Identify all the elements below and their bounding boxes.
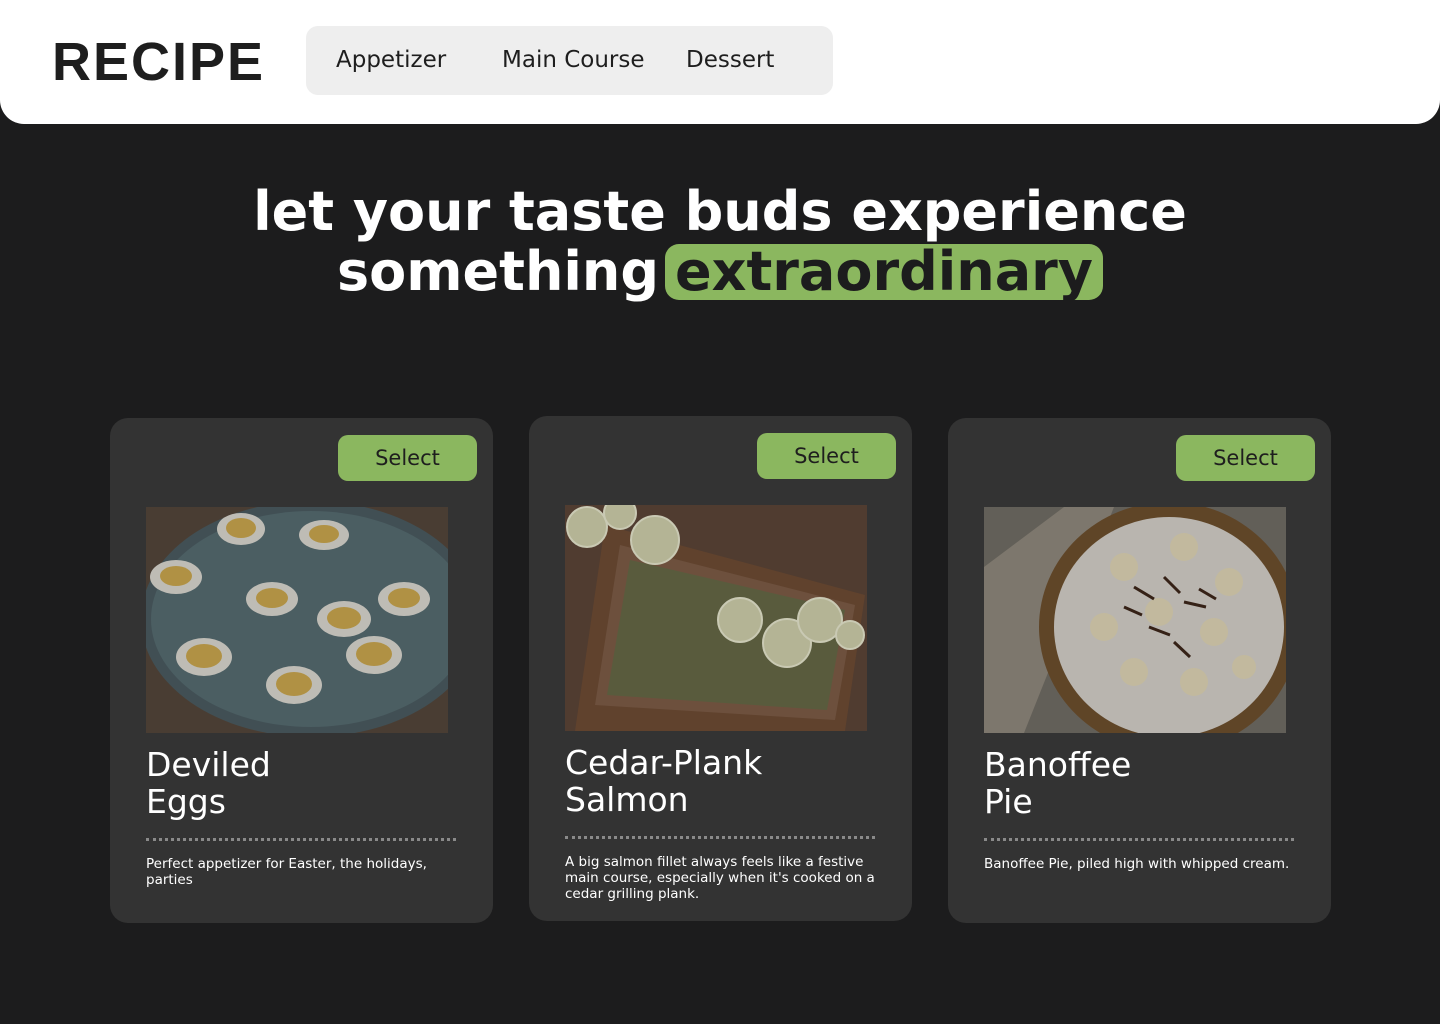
- recipe-title-line-1: Deviled: [146, 745, 271, 784]
- recipe-card-banoffee-pie: Select Banoffee Pie Banoffee Pie, piled: [948, 418, 1331, 923]
- select-button[interactable]: Select: [757, 433, 896, 479]
- top-header: RECIPE Appetizer Main Course Dessert: [0, 0, 1440, 124]
- recipe-card-cedar-plank-salmon: Select Cedar-Plank Salmon A big salmon f…: [529, 416, 912, 921]
- select-button[interactable]: Select: [338, 435, 477, 481]
- nav-item-dessert[interactable]: Dessert: [686, 26, 774, 95]
- banoffee-pie-photo: [984, 507, 1286, 733]
- recipe-title-line-1: Banoffee: [984, 745, 1132, 784]
- cedar-plank-salmon-photo: [565, 505, 867, 731]
- recipe-title-line-1: Cedar-Plank: [565, 743, 763, 782]
- recipe-title-line-2: Eggs: [146, 782, 226, 821]
- recipe-title-line-2: Salmon: [565, 780, 689, 819]
- nav-item-main-course[interactable]: Main Course: [502, 26, 645, 95]
- dotted-divider: [146, 838, 456, 841]
- recipe-title: Deviled Eggs: [146, 746, 466, 820]
- dotted-divider: [984, 838, 1294, 841]
- recipe-description: Perfect appetizer for Easter, the holida…: [146, 856, 427, 888]
- deviled-eggs-photo: [146, 507, 448, 733]
- recipe-title: Banoffee Pie: [984, 746, 1304, 820]
- recipe-description: A big salmon fillet always feels like a …: [565, 854, 875, 902]
- hero-highlight: extraordinary: [665, 244, 1103, 300]
- category-nav: Appetizer Main Course Dessert: [306, 26, 833, 95]
- recipe-title-line-2: Pie: [984, 782, 1033, 821]
- hero-line-2: something extraordinary: [0, 242, 1440, 302]
- select-button[interactable]: Select: [1176, 435, 1315, 481]
- hero-headline: let your taste buds experience something…: [0, 182, 1440, 302]
- hero-line-2-prefix: something: [337, 240, 660, 303]
- dotted-divider: [565, 836, 875, 839]
- recipe-card-deviled-eggs: Select Deviled Eggs Perfect appetizer fo…: [110, 418, 493, 923]
- logo[interactable]: RECIPE: [52, 34, 265, 90]
- recipe-description: Banoffee Pie, piled high with whipped cr…: [984, 856, 1290, 872]
- nav-item-appetizer[interactable]: Appetizer: [336, 26, 446, 95]
- recipe-title: Cedar-Plank Salmon: [565, 744, 885, 818]
- hero-line-1: let your taste buds experience: [253, 180, 1187, 243]
